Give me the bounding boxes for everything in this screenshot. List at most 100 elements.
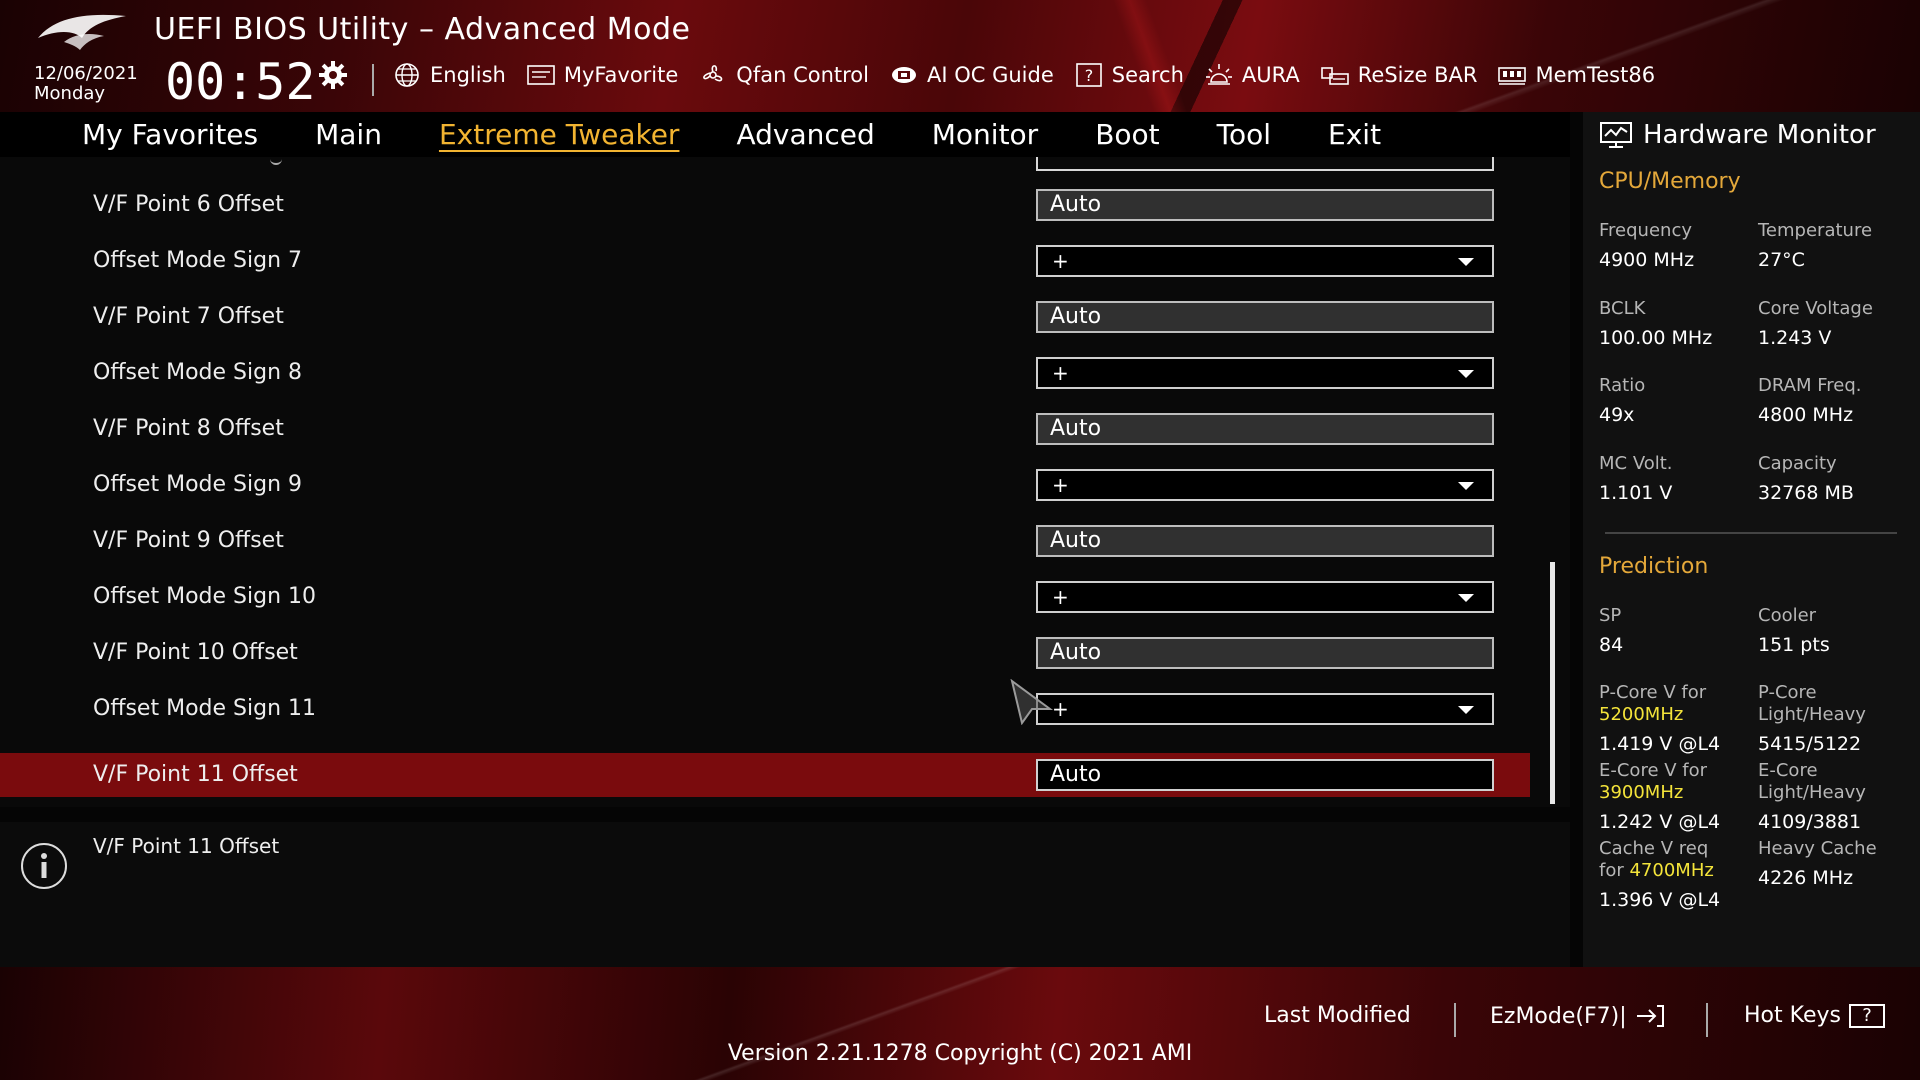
chevron-down-icon	[1458, 594, 1474, 602]
last-modified-label: Last Modified	[1264, 1003, 1411, 1028]
chevron-down-icon	[1458, 258, 1474, 266]
hot-keys-button[interactable]: Hot Keys ?	[1744, 1003, 1885, 1028]
setting-dropdown[interactable]: +	[1036, 581, 1494, 613]
tab-exit[interactable]: Exit	[1328, 118, 1381, 151]
hot-keys-label: Hot Keys	[1744, 1003, 1841, 1028]
setting-dropdown[interactable]: +	[1036, 469, 1494, 501]
ecore-v-label: E-Core V for 3900MHz	[1599, 760, 1707, 804]
search-help-icon: ?	[1075, 63, 1102, 87]
hardware-monitor-title: Hardware Monitor	[1599, 120, 1876, 150]
qfan-control-label: Qfan Control	[736, 63, 869, 87]
cache-v-label-1: Cache V req	[1599, 838, 1709, 859]
aura-button[interactable]: AURA	[1204, 62, 1300, 88]
setting-row[interactable]: V/F Point 10 Offset Auto	[0, 631, 1530, 675]
setting-row[interactable]: Offset Mode Sign 8 +	[0, 351, 1530, 395]
tab-main[interactable]: Main	[315, 118, 382, 151]
ezmode-label: EzMode(F7)|	[1490, 1003, 1627, 1029]
help-text: V/F Point 11 Offset	[93, 834, 280, 858]
setting-dropdown[interactable]: +	[1036, 357, 1494, 389]
search-button[interactable]: ? Search	[1074, 62, 1184, 88]
heavy-cache-label: Heavy Cache	[1758, 838, 1877, 859]
footer-bar: Last Modified EzMode(F7)| Hot Keys ? Ver…	[0, 967, 1920, 1080]
clock-display: 00:52	[165, 53, 316, 111]
setting-dropdown[interactable]: +	[1036, 693, 1494, 725]
gear-icon[interactable]	[318, 60, 348, 90]
setting-label: Offset Mode Sign 10	[93, 584, 316, 609]
dram-freq-value: 4800 MHz	[1758, 404, 1854, 426]
pcore-v-label-text: P-Core V for	[1599, 682, 1707, 703]
tab-boot[interactable]: Boot	[1095, 118, 1159, 151]
aura-light-icon	[1205, 64, 1232, 85]
setting-label: V/F Point 9 Offset	[93, 528, 284, 553]
cache-v-value: 1.396 V @L4	[1599, 889, 1721, 911]
hardware-monitor-panel: Hardware Monitor CPU/Memory Frequency Te…	[1583, 112, 1920, 967]
resize-bar-icon	[1320, 67, 1349, 85]
pcore-lh-label-2: Light/Heavy	[1758, 704, 1866, 725]
date-display: 12/06/2021 Monday	[34, 64, 138, 104]
last-modified-button[interactable]: Last Modified	[1264, 1003, 1411, 1028]
ai-oc-guide-button[interactable]: AI OC Guide	[889, 62, 1054, 88]
mouse-cursor-icon	[1010, 679, 1054, 725]
setting-value-field[interactable]: Auto	[1036, 759, 1494, 791]
frequency-label: Frequency	[1599, 220, 1692, 241]
tab-extreme-tweaker[interactable]: Extreme Tweaker	[439, 118, 679, 151]
prediction-heading: Prediction	[1599, 554, 1709, 579]
core-voltage-label: Core Voltage	[1758, 298, 1873, 319]
setting-value-field[interactable]: Auto	[1036, 525, 1494, 557]
mc-volt-value: 1.101 V	[1599, 482, 1673, 504]
date-text: 12/06/2021	[34, 63, 138, 84]
setting-value-field[interactable]: Auto	[1036, 413, 1494, 445]
setting-label: V/F Point 7 Offset	[93, 304, 284, 329]
setting-row[interactable]: Offset Mode Sign 11 +	[0, 687, 1530, 731]
language-button[interactable]: English	[392, 62, 506, 88]
version-text: Version 2.21.1278 Copyright (C) 2021 AMI	[727, 1041, 1193, 1066]
aura-label: AURA	[1241, 63, 1300, 87]
tab-monitor[interactable]: Monitor	[932, 118, 1038, 151]
dropdown-value: +	[1052, 473, 1069, 497]
pcore-lh-label-1: P-Core	[1758, 682, 1817, 703]
svg-text:?: ?	[1085, 66, 1094, 85]
settings-list: V/F Point 6 Offset Auto Offset Mode Sign…	[0, 157, 1570, 807]
sp-value: 84	[1599, 634, 1624, 656]
heavy-cache-value: 4226 MHz	[1758, 867, 1854, 889]
mc-volt-label: MC Volt.	[1599, 453, 1673, 474]
tab-advanced[interactable]: Advanced	[736, 118, 874, 151]
exit-arrow-icon	[1636, 1005, 1664, 1027]
toolbar-separator	[372, 64, 374, 96]
setting-row[interactable]: V/F Point 6 Offset Auto	[0, 183, 1530, 227]
resize-bar-button[interactable]: ReSize BAR	[1320, 62, 1478, 88]
setting-row[interactable]: V/F Point 8 Offset Auto	[0, 407, 1530, 451]
setting-row[interactable]: V/F Point 9 Offset Auto	[0, 519, 1530, 563]
ai-chip-icon	[891, 67, 916, 83]
setting-row-selected[interactable]: V/F Point 11 Offset Auto	[0, 753, 1530, 797]
help-box-icon: ?	[1848, 1003, 1885, 1028]
pcore-freq: 5200MHz	[1599, 704, 1684, 725]
day-text: Monday	[34, 83, 106, 104]
qfan-control-button[interactable]: Qfan Control	[698, 62, 869, 88]
header-bar: UEFI BIOS Utility – Advanced Mode 12/06/…	[0, 0, 1920, 112]
chevron-down-icon	[1458, 370, 1474, 378]
setting-row[interactable]: Offset Mode Sign 9 +	[0, 463, 1530, 507]
cache-v-label: Cache V req for 4700MHz	[1599, 838, 1714, 882]
memtest86-button[interactable]: MemTest86	[1497, 62, 1655, 88]
resize-bar-label: ReSize BAR	[1357, 63, 1478, 87]
setting-dropdown[interactable]: +	[1036, 245, 1494, 277]
setting-value-field[interactable]: Auto	[1036, 637, 1494, 669]
ecore-lh-label: E-Core Light/Heavy	[1758, 760, 1866, 804]
settings-scrollbar[interactable]	[1550, 562, 1555, 804]
setting-row[interactable]: V/F Point 7 Offset Auto	[0, 295, 1530, 339]
setting-value-field[interactable]: Auto	[1036, 189, 1494, 221]
tab-tool[interactable]: Tool	[1217, 118, 1271, 151]
dropdown-value: +	[1052, 585, 1069, 609]
tab-my-favorites[interactable]: My Favorites	[82, 118, 258, 151]
footer-separator	[1454, 1003, 1456, 1037]
dram-freq-label: DRAM Freq.	[1758, 375, 1862, 396]
setting-row[interactable]: Offset Mode Sign 10 +	[0, 575, 1530, 619]
setting-row[interactable]: Offset Mode Sign 7 +	[0, 239, 1530, 283]
setting-value-field[interactable]: Auto	[1036, 301, 1494, 333]
dropdown-value: +	[1052, 361, 1069, 385]
myfavorite-button[interactable]: MyFavorite	[526, 62, 678, 88]
ezmode-button[interactable]: EzMode(F7)|	[1490, 1003, 1665, 1029]
cooler-label: Cooler	[1758, 605, 1817, 626]
sp-label: SP	[1599, 605, 1622, 626]
